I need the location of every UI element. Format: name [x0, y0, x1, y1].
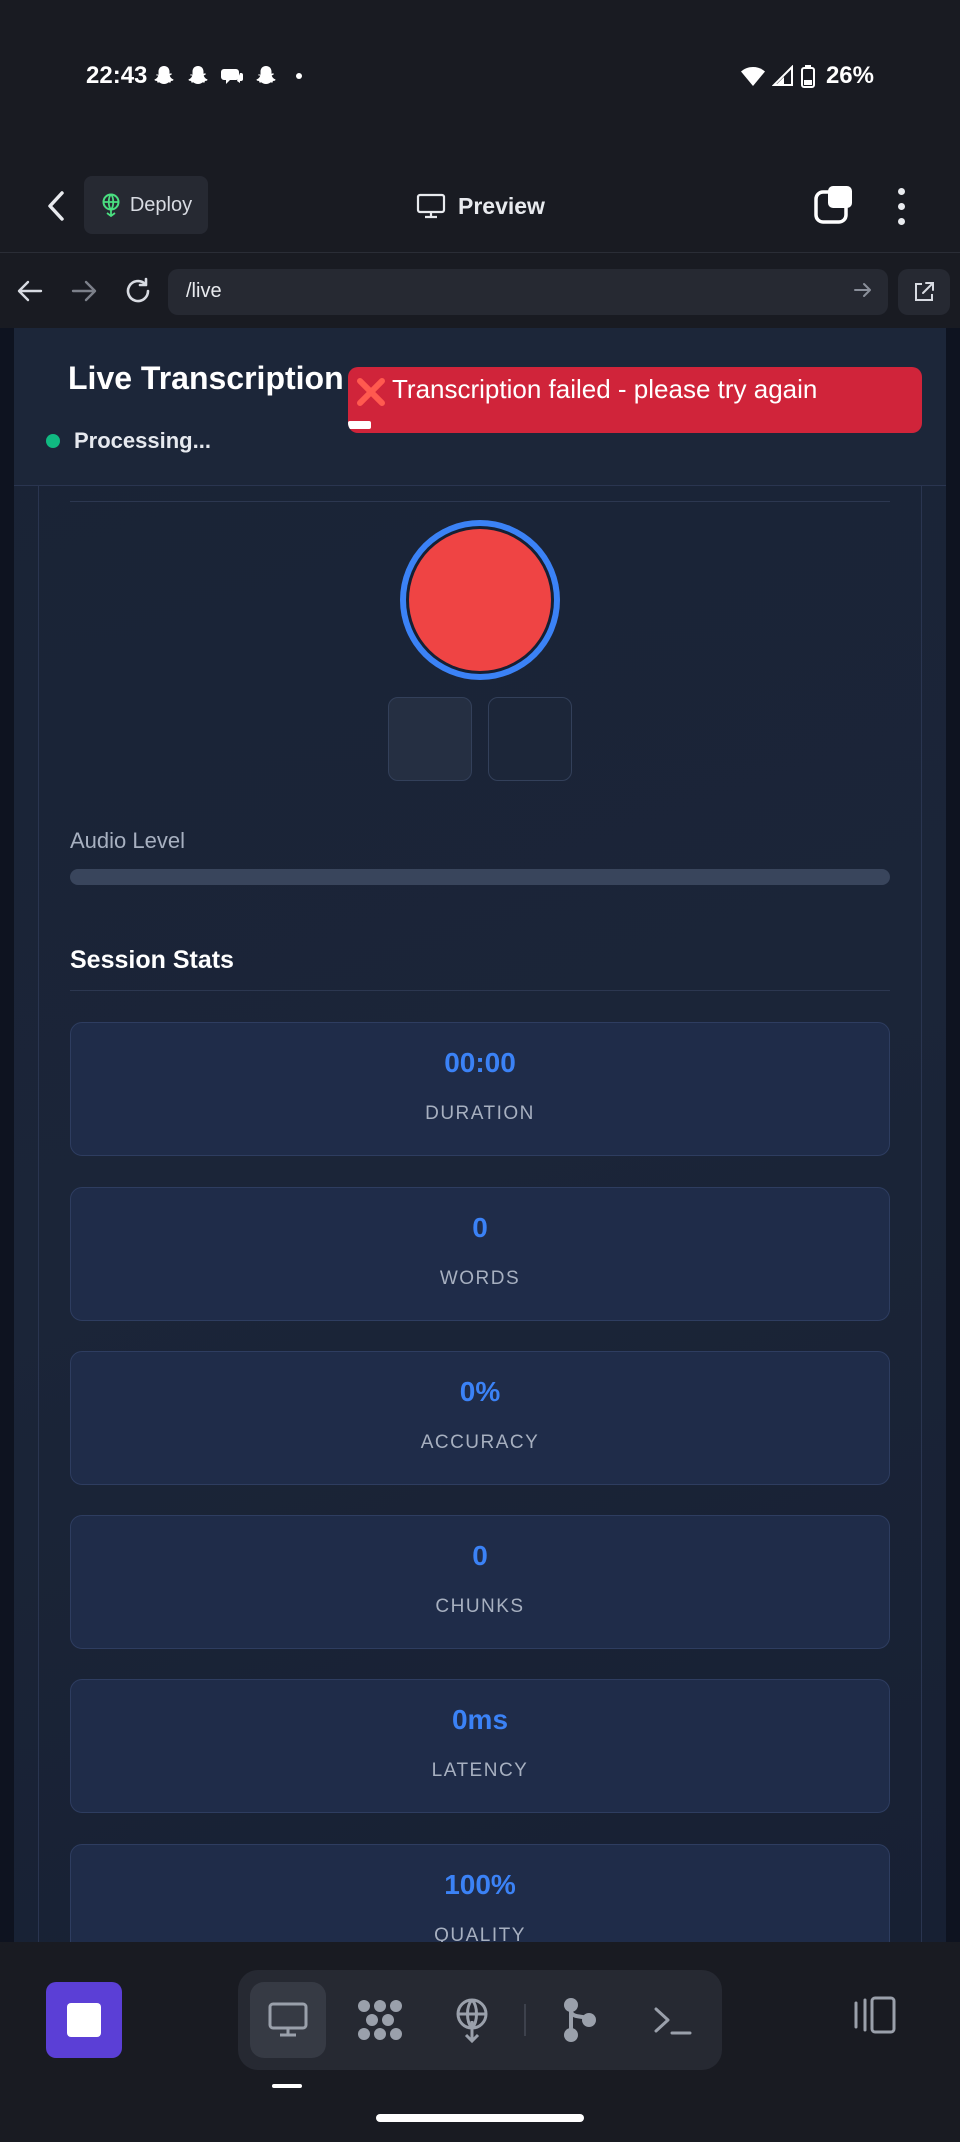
- status-text: Processing...: [74, 428, 211, 453]
- go-arrow-icon[interactable]: [852, 279, 874, 301]
- deploy-button[interactable]: Deploy: [84, 176, 208, 234]
- stats-divider: [70, 990, 890, 991]
- stop-button[interactable]: [488, 697, 572, 781]
- stat-card-words: 0 WORDS: [70, 1187, 890, 1321]
- more-notifications-dot: [296, 73, 302, 79]
- status-dot: [46, 434, 60, 448]
- preview-title: Preview: [416, 184, 545, 228]
- stop-square-icon: [67, 2003, 101, 2037]
- stop-app-button[interactable]: [46, 1982, 122, 2058]
- stat-label: QUALITY: [434, 1925, 526, 1942]
- open-external-button[interactable]: [898, 269, 950, 315]
- stat-label: ACCURACY: [420, 1432, 540, 1453]
- git-icon: [564, 1998, 596, 2042]
- record-button[interactable]: [400, 520, 560, 680]
- reload-icon: [126, 277, 150, 303]
- stat-label: WORDS: [439, 1268, 521, 1289]
- browser-bar: /live: [0, 252, 960, 328]
- tabs-button[interactable]: [812, 182, 856, 228]
- arrow-right-icon: [71, 280, 97, 302]
- wifi-icon: [740, 67, 765, 86]
- deploy-icon: [456, 1998, 488, 2043]
- pause-button[interactable]: [388, 697, 472, 781]
- tool-separator: [524, 2004, 526, 2036]
- tool-switcher: [238, 1970, 722, 2070]
- system-indicators: 26%: [740, 62, 874, 90]
- record-core: [409, 529, 551, 671]
- error-toast[interactable]: Transcription failed - please try again: [348, 367, 922, 433]
- monitor-icon: [268, 2002, 308, 2037]
- deploy-tool-button[interactable]: [434, 1982, 510, 2058]
- webview: Live Transcription Processing... Transcr…: [0, 328, 960, 1942]
- back-button[interactable]: [36, 184, 76, 228]
- tabs-icon: [814, 186, 852, 224]
- stat-label: LATENCY: [431, 1760, 529, 1781]
- browser-back-button[interactable]: [10, 269, 50, 313]
- chat-icon: [221, 69, 243, 84]
- app-bar: Deploy Preview: [0, 160, 960, 252]
- battery-percent: 26%: [825, 62, 874, 89]
- clock: 22:43: [86, 62, 148, 89]
- preview-label: Preview: [458, 192, 545, 219]
- stat-value: 0ms: [451, 1704, 509, 1735]
- terminal-icon: [654, 2007, 692, 2035]
- arrow-left-icon: [17, 280, 43, 302]
- card-divider: [70, 501, 890, 502]
- more-dot: [897, 187, 905, 195]
- browser-forward-button[interactable]: [64, 269, 104, 313]
- stat-card-duration: 00:00 DURATION: [70, 1022, 890, 1156]
- reload-button[interactable]: [118, 269, 158, 313]
- stat-value: 100%: [444, 1869, 516, 1900]
- deploy-label: Deploy: [129, 193, 193, 216]
- cell-signal-icon: [771, 65, 793, 86]
- stat-label: CHUNKS: [435, 1596, 525, 1617]
- split-view-icon: [854, 1996, 896, 2034]
- stat-value: 0: [472, 1540, 488, 1571]
- stat-card-latency: 0ms LATENCY: [70, 1679, 890, 1813]
- notification-icons: [152, 64, 302, 88]
- terminal-tool-button[interactable]: [634, 1982, 710, 2058]
- stat-value: 0: [472, 1212, 488, 1243]
- stat-label: DURATION: [425, 1103, 535, 1124]
- page-title: Live Transcription: [68, 360, 344, 396]
- url-text: /live: [186, 280, 222, 302]
- snapchat-icon: [154, 66, 174, 84]
- session-stats-title: Session Stats: [70, 946, 234, 974]
- stat-card-chunks: 0 CHUNKS: [70, 1515, 890, 1649]
- split-view-button[interactable]: [850, 1992, 900, 2038]
- chevron-left-icon: [48, 191, 64, 221]
- active-tool-indicator: [272, 2084, 302, 2088]
- stat-card-accuracy: 0% ACCURACY: [70, 1351, 890, 1485]
- audio-level-label: Audio Level: [70, 828, 185, 853]
- url-input[interactable]: /live: [168, 269, 888, 315]
- monitor-tool-button[interactable]: [250, 1982, 326, 2058]
- monitor-icon: [416, 193, 446, 219]
- external-link-icon: [915, 282, 934, 301]
- bottom-toolbar: [0, 1942, 960, 2142]
- more-dot: [897, 202, 905, 210]
- deploy-icon: [102, 193, 120, 217]
- more-options-button[interactable]: [886, 184, 916, 228]
- stat-card-quality: 100% QUALITY: [70, 1844, 890, 1942]
- more-dot: [897, 217, 905, 225]
- red-x-icon: [357, 378, 385, 406]
- record-ring: [406, 526, 554, 674]
- status-indicator: Processing...: [46, 428, 211, 454]
- toast-progress-bar: [348, 421, 371, 429]
- snapchat-icon: [256, 66, 276, 84]
- snapchat-icon: [188, 66, 208, 84]
- stat-value: 00:00: [444, 1047, 516, 1078]
- agents-icon: [358, 2000, 402, 2040]
- audio-level-meter: [70, 869, 890, 885]
- system-status-bar: 22:43 26%: [0, 0, 960, 150]
- git-tool-button[interactable]: [542, 1982, 618, 2058]
- home-gesture-bar[interactable]: [376, 2114, 584, 2122]
- battery-icon: [800, 65, 815, 88]
- stat-value: 0%: [459, 1376, 501, 1407]
- toast-message: Transcription failed - please try again: [392, 374, 818, 404]
- agents-tool-button[interactable]: [342, 1982, 418, 2058]
